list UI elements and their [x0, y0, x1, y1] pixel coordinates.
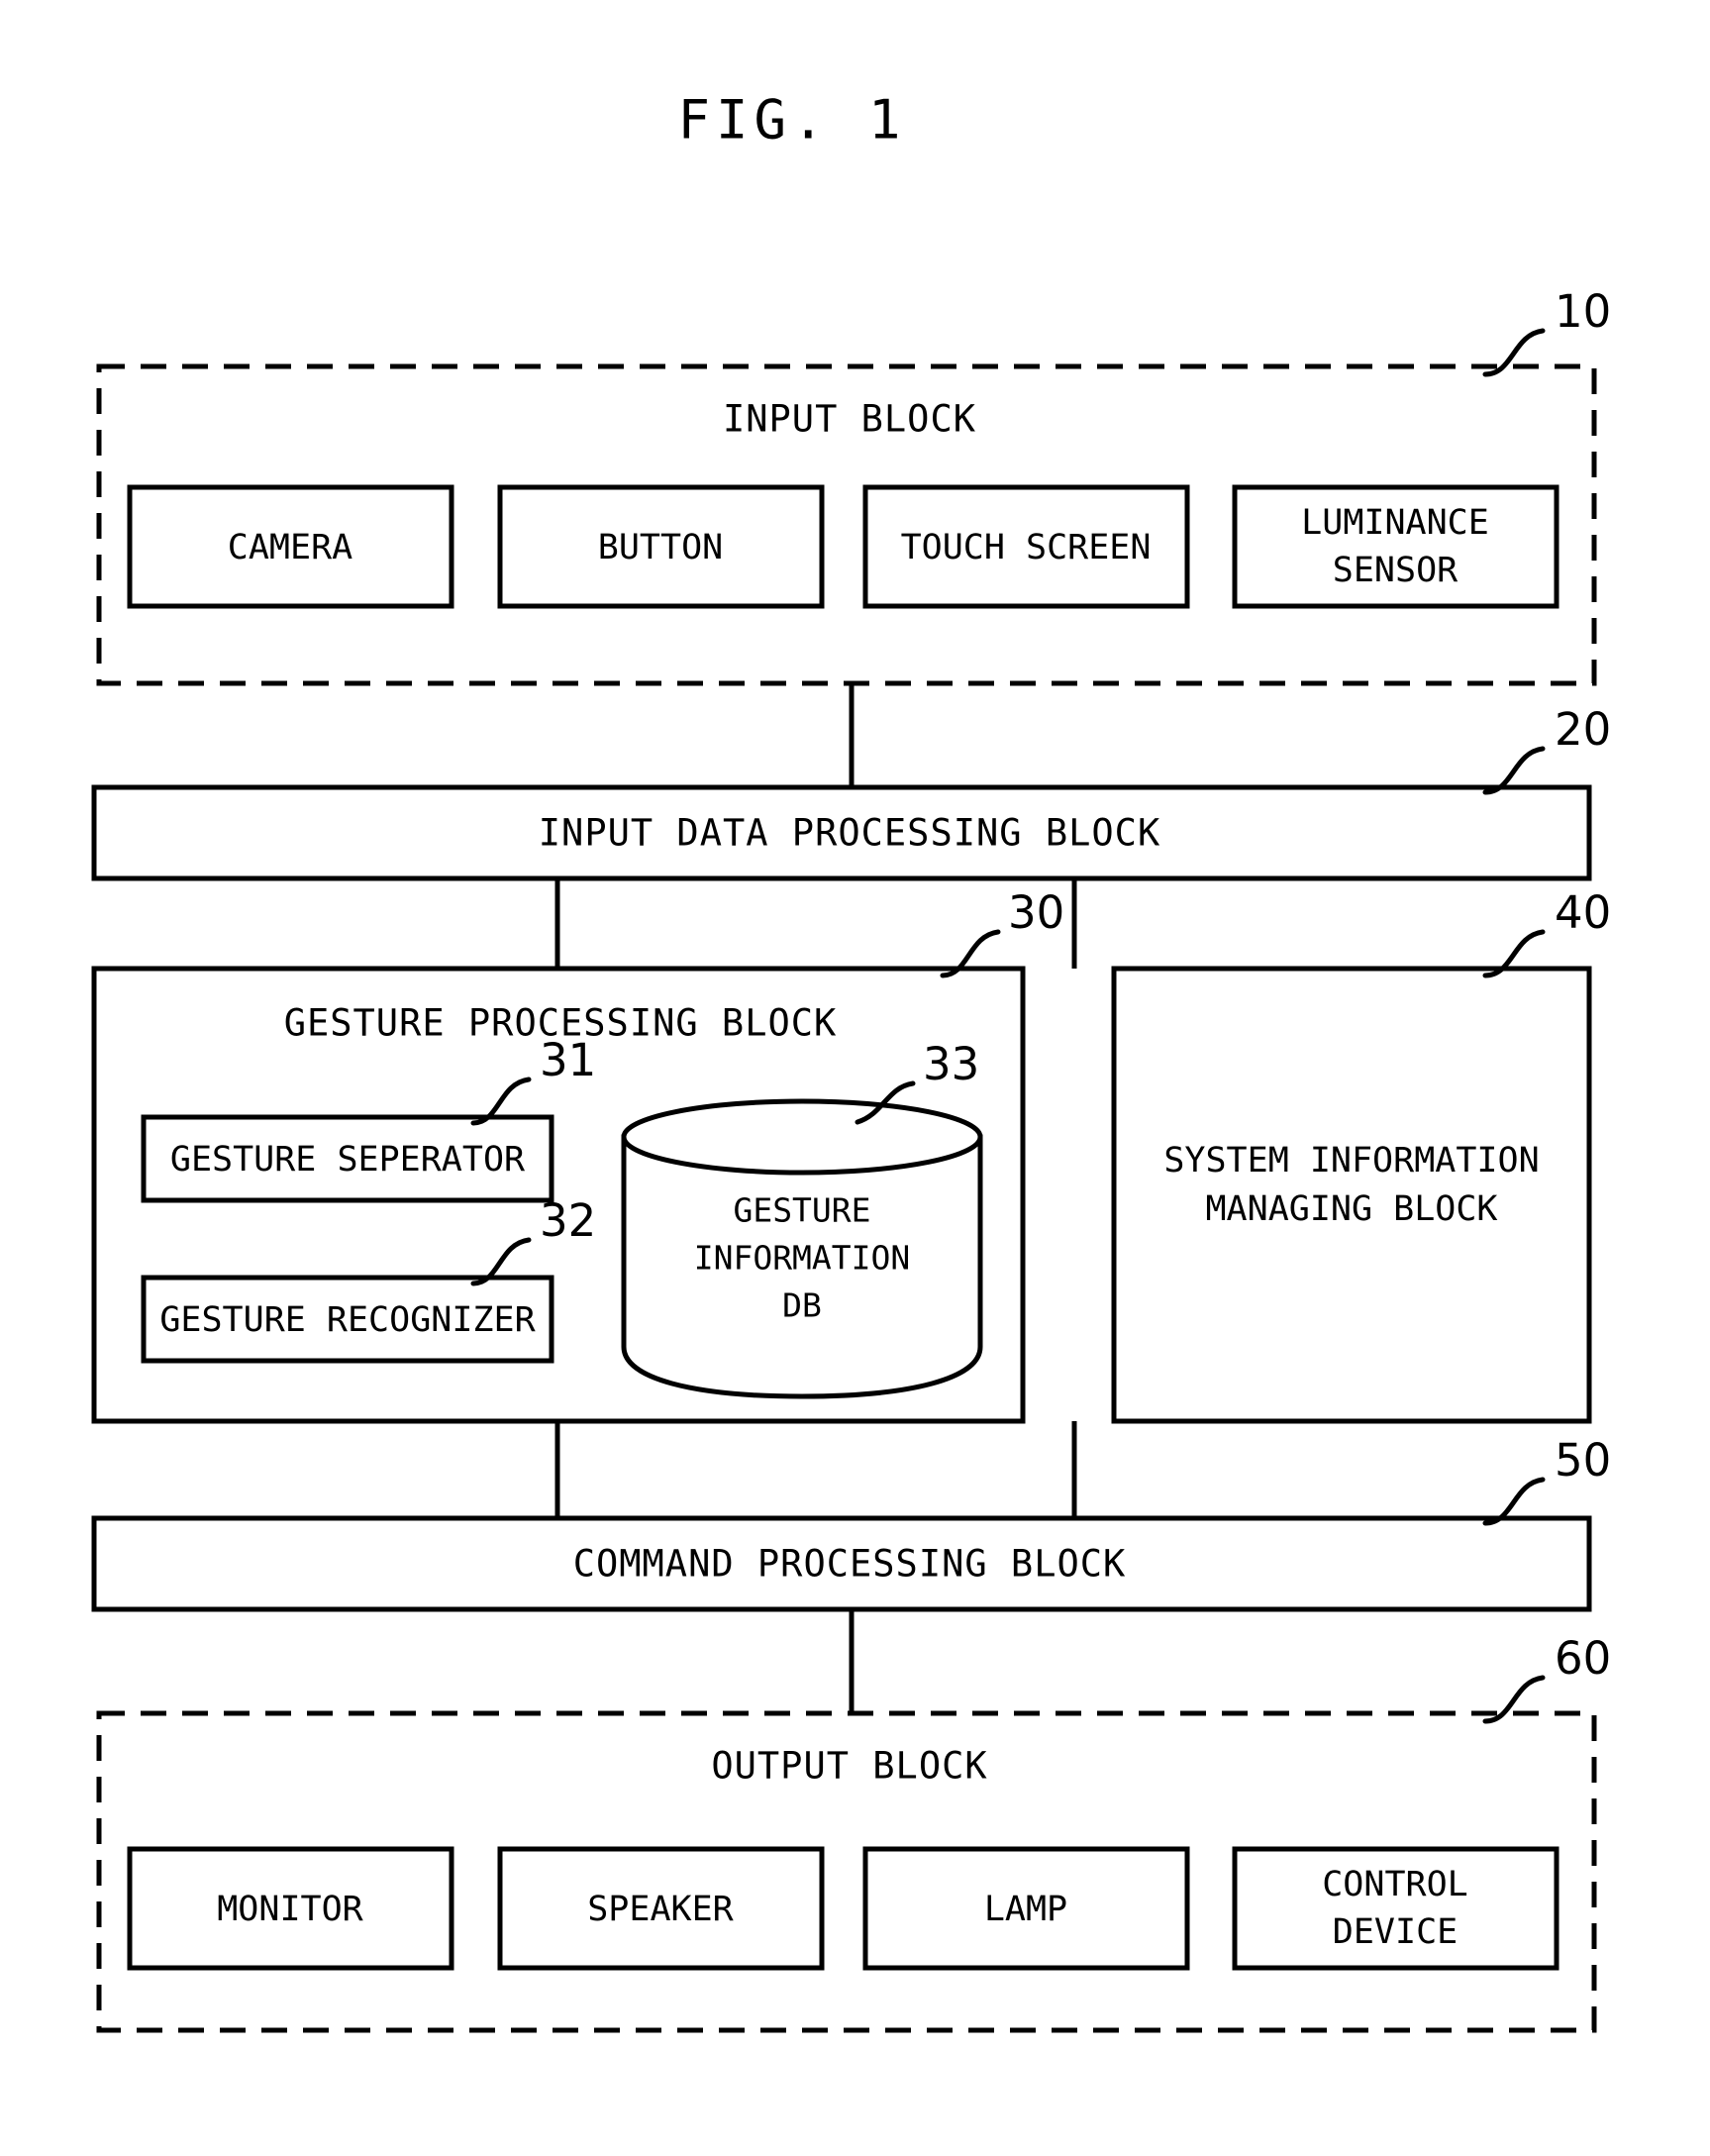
system-information-managing-label-line2: MANAGING BLOCK — [1205, 1189, 1497, 1229]
gesture-db-ref: 33 — [923, 1038, 979, 1090]
output-item-lamp-label: LAMP — [984, 1890, 1067, 1929]
gesture-recognizer-ref: 32 — [540, 1194, 596, 1247]
output-block-ref: 60 — [1555, 1632, 1611, 1685]
output-item-control-device-label-line1: CONTROL — [1322, 1865, 1468, 1904]
gesture-recognizer-label: GESTURE RECOGNIZER — [159, 1300, 536, 1340]
gesture-information-db[interactable]: GESTURE INFORMATION DB — [621, 1098, 983, 1399]
patent-figure: FIG. 1 INPUT BLOCK 10 CAMERA BUTTON TOUC… — [0, 0, 1710, 2156]
gesture-db-label-line3: DB — [782, 1286, 822, 1325]
gesture-db-label-line2: INFORMATION — [694, 1239, 911, 1278]
input-data-processing-label: INPUT DATA PROCESSING BLOCK — [539, 812, 1160, 855]
gesture-processing-ref: 30 — [1008, 886, 1064, 939]
input-data-processing-ref: 20 — [1555, 703, 1611, 756]
output-item-monitor-label: MONITOR — [217, 1890, 363, 1929]
figure-canvas: FIG. 1 INPUT BLOCK 10 CAMERA BUTTON TOUC… — [91, 89, 1611, 2033]
input-block-ref: 10 — [1555, 285, 1611, 338]
command-processing-ref: 50 — [1555, 1434, 1611, 1487]
gesture-db-label-line1: GESTURE — [733, 1191, 870, 1230]
input-item-button-label: BUTTON — [598, 528, 723, 567]
output-item-control-device-label-line2: DEVICE — [1333, 1912, 1458, 1952]
figure-title: FIG. 1 — [677, 89, 906, 152]
input-item-luminance-sensor-label-line2: SENSOR — [1333, 551, 1459, 590]
gesture-separator-ref: 31 — [540, 1034, 596, 1086]
command-processing-label: COMMAND PROCESSING BLOCK — [573, 1543, 1127, 1586]
gesture-processing-block-group: GESTURE PROCESSING BLOCK 30 GESTURE SEPE… — [91, 886, 1064, 1424]
gesture-db-top — [621, 1098, 983, 1176]
input-block-group: INPUT BLOCK 10 CAMERA BUTTON TOUCH SCREE… — [96, 285, 1611, 686]
input-item-luminance-sensor-label-line1: LUMINANCE — [1301, 503, 1489, 543]
gesture-separator-label: GESTURE SEPERATOR — [170, 1140, 526, 1180]
output-block-group: OUTPUT BLOCK 60 MONITOR SPEAKER LAMP CON… — [96, 1632, 1611, 2033]
input-item-touch-screen-label: TOUCH SCREEN — [901, 528, 1152, 567]
input-item-camera-label: CAMERA — [228, 528, 352, 567]
system-information-managing-ref: 40 — [1555, 886, 1611, 939]
system-information-managing-block-group: SYSTEM INFORMATION MANAGING BLOCK 40 — [1111, 886, 1611, 1424]
command-processing-block-group: COMMAND PROCESSING BLOCK 50 — [91, 1434, 1611, 1612]
input-block-label: INPUT BLOCK — [723, 398, 976, 441]
system-information-managing-label-line1: SYSTEM INFORMATION — [1163, 1141, 1539, 1181]
output-block-label: OUTPUT BLOCK — [711, 1745, 987, 1788]
output-item-speaker-label: SPEAKER — [587, 1890, 734, 1929]
